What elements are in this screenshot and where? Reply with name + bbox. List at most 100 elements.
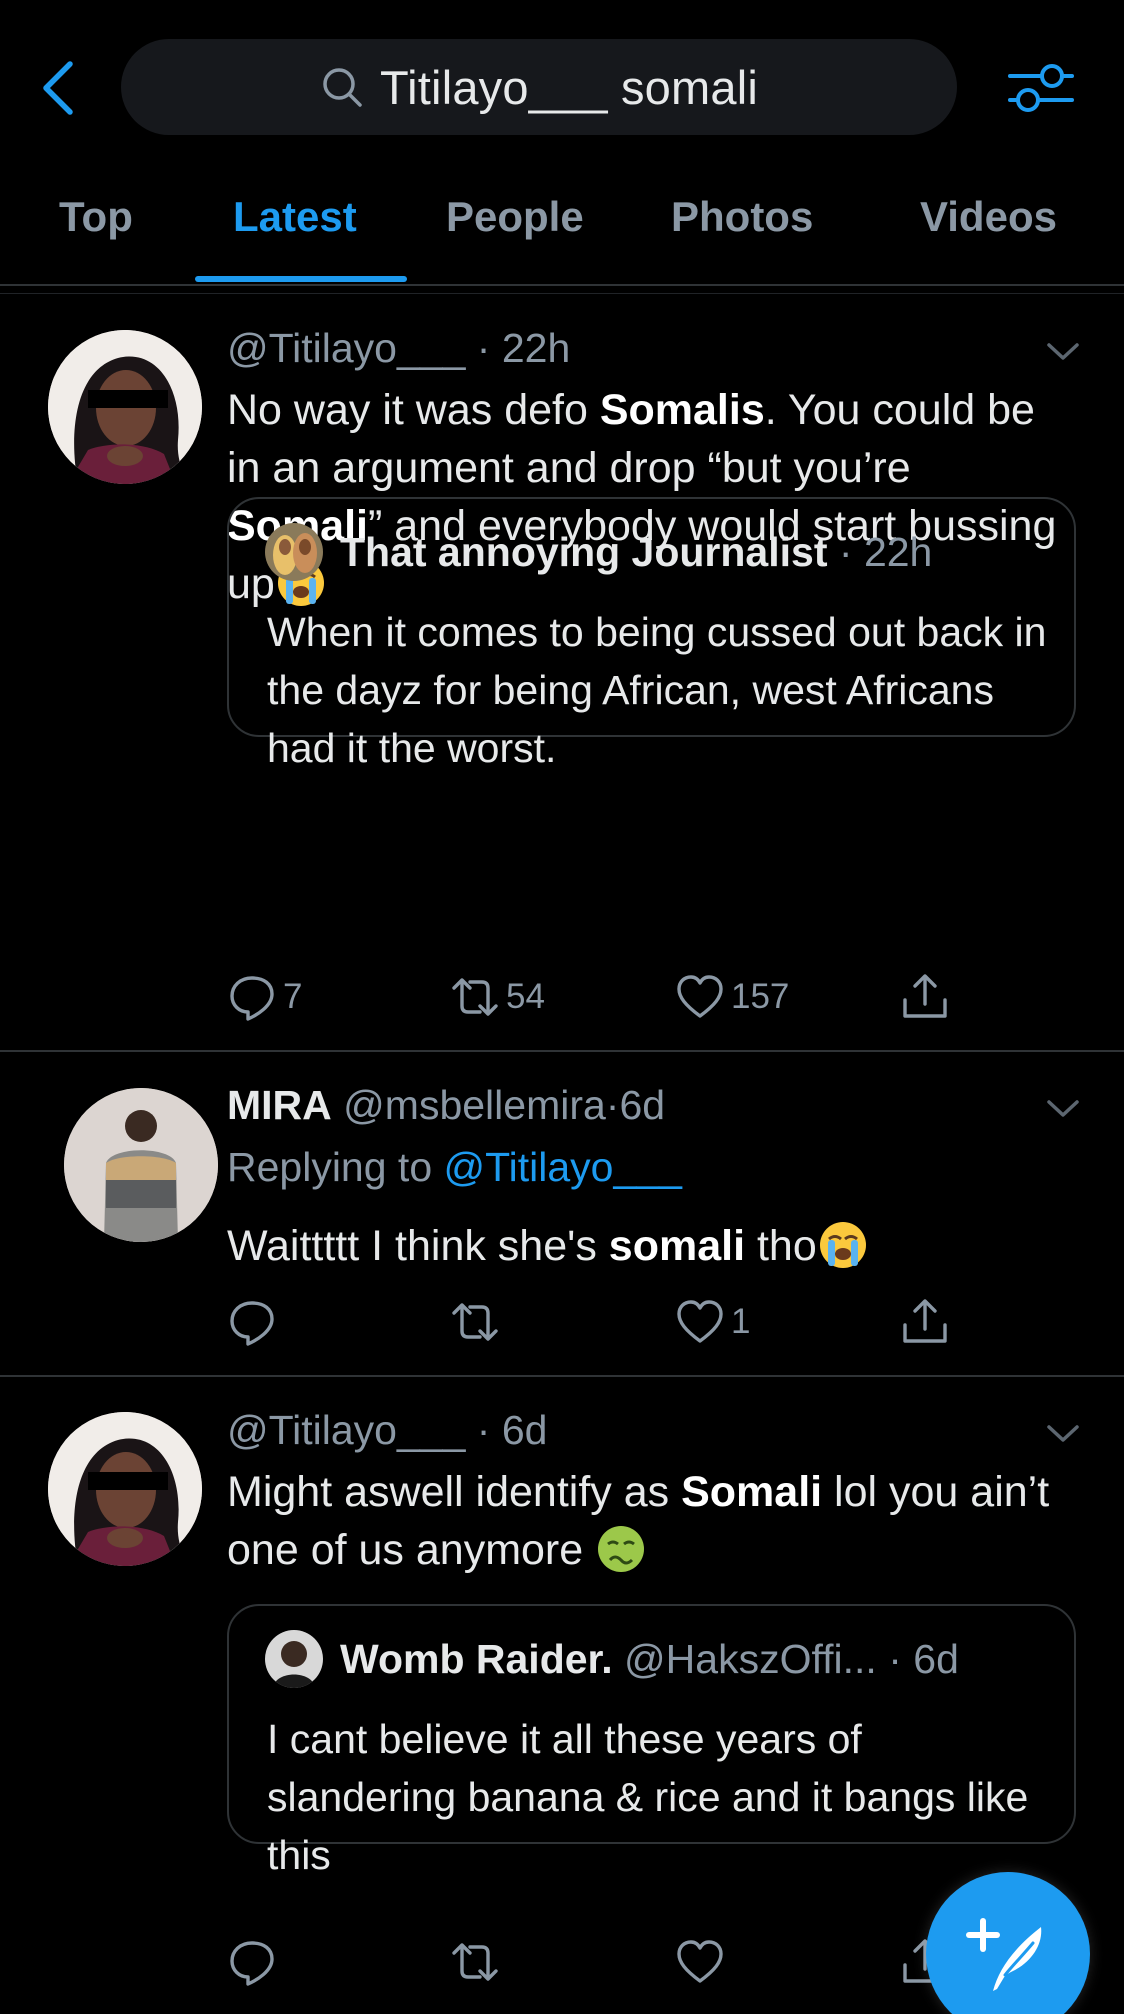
quoted-tweet[interactable]: That annoying Journalist · 22h When it c… <box>227 497 1076 771</box>
reply-icon <box>230 1301 274 1346</box>
tweet-handle[interactable]: @Titilayo___ <box>227 1407 465 1453</box>
tweet[interactable]: MIRA @msbellemira·6d Replying to @Titila… <box>0 1052 1124 1375</box>
reply-count: 7 <box>283 977 303 1016</box>
tab-photos[interactable]: Photos <box>671 193 813 241</box>
tweet-timestamp[interactable]: 6d <box>502 1407 548 1453</box>
replying-to: Replying to @Titilayo___ <box>227 1144 682 1191</box>
share-button[interactable] <box>900 1292 950 1352</box>
search-tabs: Top Latest People Photos Videos <box>0 175 1124 285</box>
replying-to-label: Replying to <box>227 1144 444 1190</box>
share-icon <box>903 1299 947 1343</box>
retweet-icon <box>452 1303 498 1341</box>
retweet-button[interactable]: 54 <box>450 967 545 1027</box>
tweet-timestamp[interactable]: 22h <box>502 325 570 371</box>
quoted-avatar-image <box>265 523 323 581</box>
tweet-meta: @Titilayo___ · 22h <box>227 325 570 372</box>
chevron-down-icon[interactable] <box>1046 1099 1080 1119</box>
retweet-count: 54 <box>506 977 545 1016</box>
like-count: 157 <box>731 977 790 1016</box>
quoted-handle[interactable]: @HakszOffi... <box>624 1636 877 1682</box>
tweet-text-segment: tho <box>745 1222 817 1270</box>
tweet-meta: MIRA @msbellemira·6d <box>227 1082 665 1129</box>
avatar-image <box>64 1088 218 1242</box>
quoted-tweet-meta: Womb Raider. @HakszOffi... · 6d <box>340 1636 959 1683</box>
like-button[interactable]: 1 <box>675 1292 750 1352</box>
meta-separator: · <box>838 529 853 575</box>
reply-icon <box>230 1941 274 1986</box>
quoted-timestamp: 6d <box>913 1636 959 1682</box>
meta-separator: · <box>605 1082 620 1128</box>
share-button[interactable] <box>900 967 950 1027</box>
meta-separator: · <box>476 325 491 371</box>
quoted-avatar-image <box>265 1630 323 1688</box>
search-query-text: Titilayo___ somali <box>379 60 759 114</box>
quoted-timestamp: 22h <box>863 529 933 575</box>
reply-button[interactable] <box>227 1292 283 1352</box>
quoted-tweet-text: I cant believe it all these years of sla… <box>267 1716 1029 1878</box>
tab-people[interactable]: People <box>446 193 584 241</box>
tweet-handle[interactable]: @Titilayo___ <box>227 325 465 371</box>
retweet-icon <box>452 1943 498 1981</box>
tweet-actions: 1 <box>0 1292 1124 1352</box>
avatar-image <box>48 1412 202 1566</box>
avatar[interactable] <box>48 1412 202 1566</box>
avatar[interactable] <box>265 1630 323 1688</box>
chevron-down-icon[interactable] <box>1046 1424 1080 1444</box>
back-button[interactable] <box>36 55 80 121</box>
share-icon <box>903 974 947 1018</box>
search-highlight: Somalis <box>599 386 765 434</box>
tabs-divider <box>0 284 1124 286</box>
chevron-left-icon <box>43 61 73 115</box>
author-name[interactable]: MIRA <box>227 1082 332 1128</box>
tweet-text-segment: No way it was defo <box>227 386 600 434</box>
tweet-handle[interactable]: @msbellemira <box>343 1082 606 1128</box>
quoted-tweet[interactable]: Womb Raider. @HakszOffi... · 6d I cant b… <box>227 1604 1076 1878</box>
avatar-image <box>48 330 202 484</box>
reply-icon <box>230 976 274 1021</box>
chevron-down-icon[interactable] <box>1046 342 1080 362</box>
heart-icon <box>677 975 723 1018</box>
reply-button[interactable]: 7 <box>227 967 302 1027</box>
avatar[interactable] <box>265 523 323 581</box>
search-filter-button[interactable] <box>1006 56 1076 120</box>
tab-videos[interactable]: Videos <box>920 193 1057 241</box>
heart-icon <box>677 1940 723 1983</box>
tweet-meta: @Titilayo___ · 6d <box>227 1407 547 1454</box>
like-button[interactable]: 157 <box>675 967 789 1027</box>
heart-icon <box>677 1300 723 1343</box>
avatar[interactable] <box>48 330 202 484</box>
tweet-text-segment: Might aswell identify as <box>227 1468 682 1516</box>
like-button[interactable] <box>675 1932 731 1992</box>
search-input[interactable]: Titilayo___ somali <box>121 39 957 135</box>
quoted-tweet-meta: That annoying Journalist · 22h <box>340 529 932 576</box>
tab-latest[interactable]: Latest <box>233 193 357 241</box>
tweet-text: Waittttt I think she's somali tho <box>227 1217 1057 1275</box>
nauseated-face-icon <box>598 1526 645 1572</box>
meta-separator: · <box>476 1407 491 1453</box>
tweet-actions: 7 54 157 <box>0 967 1124 1027</box>
tweet[interactable]: @Titilayo___ · 22h No way it was defo So… <box>0 295 1124 1050</box>
search-icon <box>323 68 362 107</box>
tweet-text-segment: Waittttt I think she's <box>227 1222 609 1270</box>
quoted-tweet-text: When it comes to being cussed out back i… <box>267 609 1047 771</box>
active-tab-indicator <box>195 276 407 282</box>
meta-separator: · <box>888 1636 902 1682</box>
like-count: 1 <box>731 1302 751 1341</box>
reply-button[interactable] <box>227 1932 283 1992</box>
retweet-button[interactable] <box>450 1932 506 1992</box>
tabs-divider <box>0 293 1124 294</box>
mention-link[interactable]: @Titilayo___ <box>444 1144 682 1190</box>
compose-tweet-icon <box>966 1918 1042 1991</box>
tweet-timestamp[interactable]: 6d <box>619 1082 665 1128</box>
avatar[interactable] <box>64 1088 218 1242</box>
retweet-icon <box>452 978 498 1016</box>
loudly-crying-face-icon <box>819 1222 866 1268</box>
quoted-author-name[interactable]: That annoying Journalist <box>340 529 827 575</box>
quoted-author-name[interactable]: Womb Raider. <box>340 1636 613 1682</box>
filter-sliders-icon <box>1008 64 1074 112</box>
tab-top[interactable]: Top <box>59 193 133 241</box>
search-highlight: Somali <box>681 1468 823 1516</box>
search-header: Titilayo___ somali <box>0 0 1124 160</box>
retweet-button[interactable] <box>450 1292 506 1352</box>
search-highlight: somali <box>608 1222 746 1270</box>
